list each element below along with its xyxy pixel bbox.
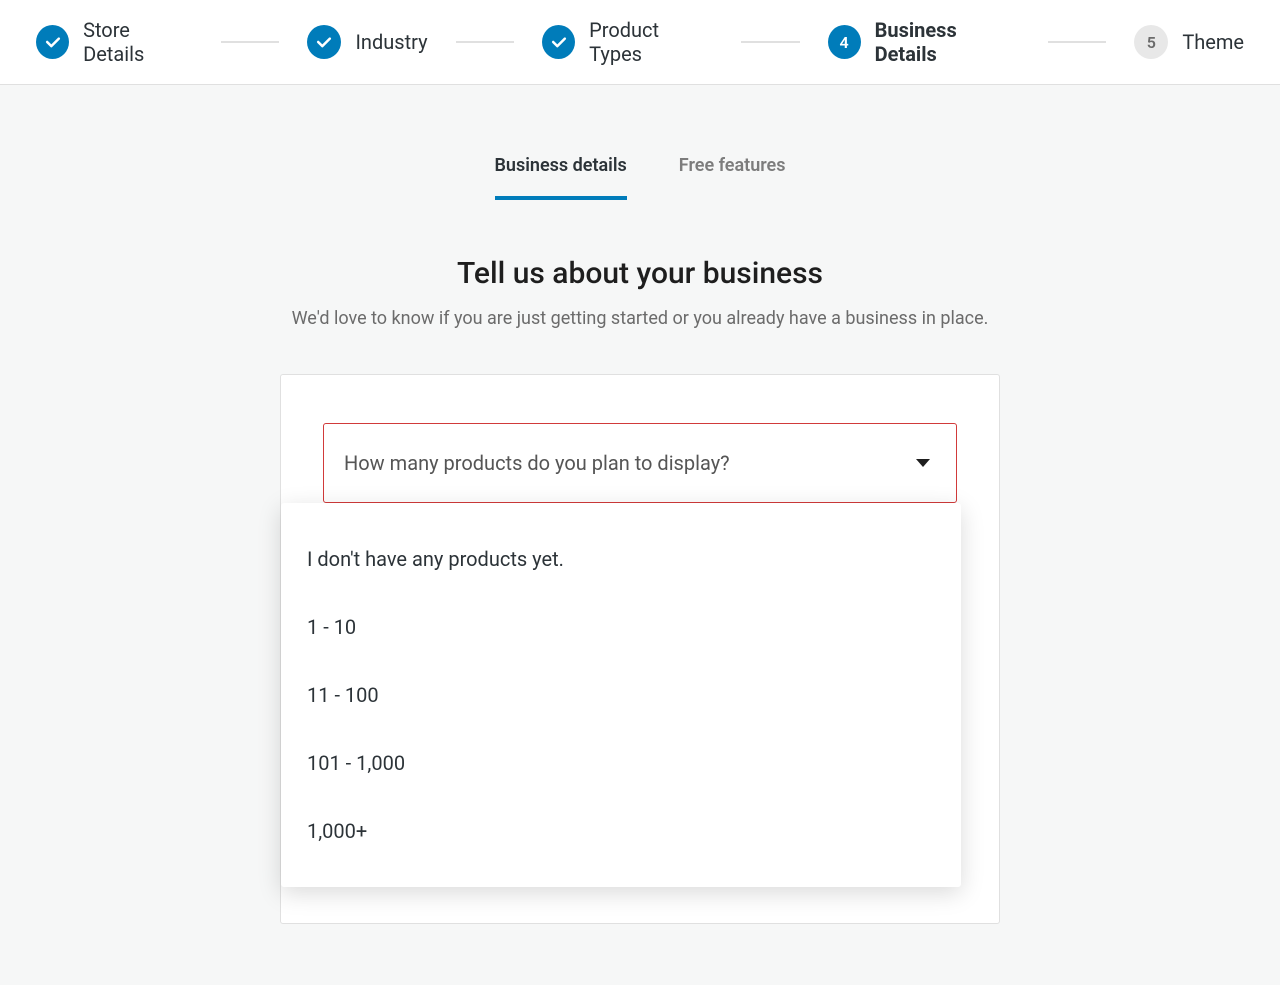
step-label: Product Types [589, 18, 713, 66]
step-label: Business Details [875, 18, 1020, 66]
dropdown-option[interactable]: I don't have any products yet. [281, 525, 961, 593]
step-connector [1048, 41, 1107, 43]
step-store-details[interactable]: Store Details [36, 18, 193, 66]
check-icon [36, 25, 69, 59]
check-icon [307, 25, 341, 59]
dropdown-option[interactable]: 1,000+ [281, 797, 961, 865]
step-number-icon: 5 [1134, 25, 1168, 59]
select-placeholder: How many products do you plan to display… [344, 451, 730, 475]
chevron-down-icon [916, 459, 930, 467]
step-product-types[interactable]: Product Types [542, 18, 713, 66]
products-count-dropdown: I don't have any products yet. 1 - 10 11… [281, 503, 961, 887]
step-industry[interactable]: Industry [307, 25, 427, 59]
step-number-icon: 4 [828, 25, 861, 59]
step-theme[interactable]: 5 Theme [1134, 25, 1244, 59]
step-connector [456, 41, 515, 43]
check-icon [542, 25, 575, 59]
step-label: Industry [355, 30, 427, 54]
tab-free-features[interactable]: Free features [679, 155, 786, 200]
dropdown-option[interactable]: 101 - 1,000 [281, 729, 961, 797]
step-connector [221, 41, 280, 43]
tab-business-details[interactable]: Business details [495, 155, 627, 200]
step-label: Store Details [83, 18, 193, 66]
form-heading: Tell us about your business We'd love to… [0, 200, 1280, 334]
step-label: Theme [1182, 30, 1244, 54]
form-tabs: Business details Free features [0, 85, 1280, 200]
step-connector [741, 41, 800, 43]
business-details-card: How many products do you plan to display… [280, 374, 1000, 924]
page-subtitle: We'd love to know if you are just gettin… [290, 305, 990, 334]
page-title: Tell us about your business [0, 256, 1280, 291]
products-count-select[interactable]: How many products do you plan to display… [323, 423, 957, 503]
step-business-details[interactable]: 4 Business Details [828, 18, 1020, 66]
setup-stepper: Store Details Industry Product Types 4 B… [0, 0, 1280, 85]
dropdown-option[interactable]: 11 - 100 [281, 661, 961, 729]
dropdown-option[interactable]: 1 - 10 [281, 593, 961, 661]
